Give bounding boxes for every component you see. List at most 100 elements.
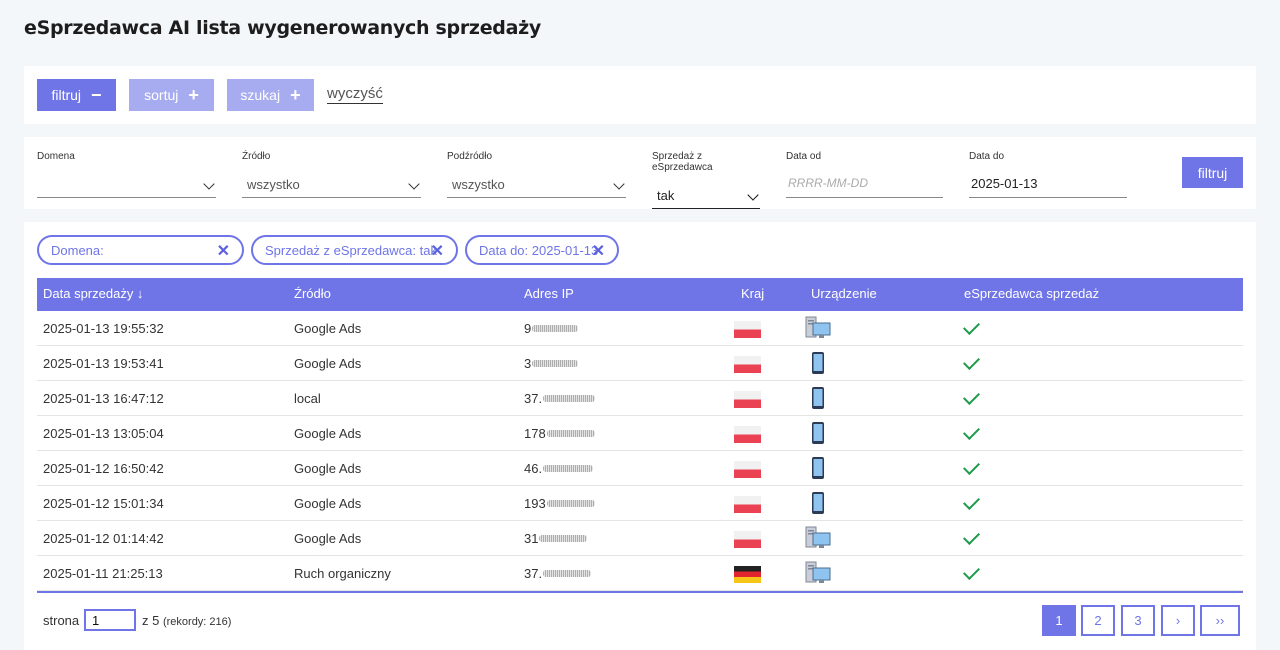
chevron-down-icon — [408, 178, 420, 190]
flag-pl-icon — [734, 356, 761, 373]
filter-submit-button[interactable]: filtruj — [1182, 157, 1243, 188]
chip-date-to: Data do: 2025-01-13 ✕ — [465, 235, 619, 265]
cell-source: Google Ads — [294, 461, 362, 476]
cell-date: 2025-01-12 16:50:42 — [43, 461, 164, 476]
plus-icon: + — [188, 85, 199, 105]
filters-panel: Domena Źródło wszystko Podźródło wszystk… — [24, 137, 1256, 209]
results-panel: Domena: ✕ Sprzedaż z eSprzedawca: tak ✕ … — [24, 222, 1256, 650]
table-row: 2025-01-12 15:01:34 Google Ads 193 — [37, 486, 1243, 521]
subsource-filter-label: Podźródło — [447, 151, 493, 162]
cell-ip: 178 — [524, 426, 595, 441]
mobile-icon — [805, 386, 831, 410]
check-icon — [963, 458, 980, 475]
minus-icon: − — [91, 85, 102, 105]
date-from-filter: Data od RRRR-MM-DD — [786, 151, 943, 198]
table-body: 2025-01-13 19:55:32 Google Ads 9 2025-01-13… — [37, 311, 1243, 591]
date-to-filter: Data do 2025-01-13 — [969, 151, 1127, 198]
cell-ip-prefix: 37. — [524, 566, 543, 581]
redacted-ip — [546, 500, 595, 507]
redacted-ip — [546, 430, 595, 437]
source-filter: Źródło wszystko — [242, 151, 421, 198]
cell-source: Google Ads — [294, 531, 362, 546]
check-icon — [963, 353, 980, 370]
col-esprzedawca-header: eSprzedawca sprzedaż — [964, 286, 1100, 301]
close-icon[interactable]: ✕ — [217, 241, 230, 261]
table-row: 2025-01-12 01:14:42 Google Ads 31 — [37, 521, 1243, 556]
cell-ip: 37. — [524, 566, 592, 581]
cell-date: 2025-01-11 21:25:13 — [43, 566, 163, 581]
domain-filter: Domena — [37, 151, 216, 198]
last-page-button[interactable]: ›› — [1200, 605, 1240, 636]
cell-ip-prefix: 31 — [524, 531, 539, 546]
esprzedawca-select-value: tak — [657, 188, 675, 203]
chip-label: Sprzedaż z eSprzedawca: tak — [265, 242, 437, 258]
cell-source: Google Ads — [294, 321, 362, 336]
mobile-icon — [805, 491, 831, 515]
date-from-input[interactable]: RRRR-MM-DD — [786, 174, 943, 198]
cell-source: Google Ads — [294, 496, 362, 511]
source-select[interactable]: wszystko — [242, 174, 421, 198]
clear-link[interactable]: wyczyść — [327, 85, 383, 104]
sales-table: Data sprzedaży ↓ Źródło Adres IP Kraj Ur… — [37, 278, 1243, 593]
flag-pl-icon — [734, 426, 761, 443]
check-icon — [963, 318, 980, 335]
close-icon[interactable]: ✕ — [431, 241, 444, 261]
page-input[interactable]: 1 — [84, 609, 136, 631]
table-bottom-border — [37, 591, 1243, 593]
esprzedawca-select[interactable]: tak — [652, 185, 760, 209]
sort-toggle-button[interactable]: sortuj + — [129, 79, 214, 111]
chip-esprzedawca: Sprzedaż z eSprzedawca: tak ✕ — [251, 235, 458, 265]
esprzedawca-filter: Sprzedaż z eSprzedawca tak — [652, 151, 760, 209]
col-ip-header: Adres IP — [524, 286, 574, 301]
cell-date: 2025-01-12 15:01:34 — [43, 496, 164, 511]
cell-date: 2025-01-13 16:47:12 — [43, 391, 164, 406]
chevron-down-icon — [203, 178, 215, 190]
page-button-2[interactable]: 2 — [1081, 605, 1115, 636]
cell-date: 2025-01-12 01:14:42 — [43, 531, 164, 546]
filter-toggle-button[interactable]: filtruj − — [37, 79, 116, 111]
search-toggle-button[interactable]: szukaj + — [227, 79, 314, 111]
desktop-icon — [805, 316, 831, 340]
check-icon — [963, 423, 980, 440]
chip-label: Domena: — [51, 242, 104, 258]
chevron-down-icon — [613, 178, 625, 190]
chip-domain: Domena: ✕ — [37, 235, 244, 265]
cell-ip-prefix: 46. — [524, 461, 543, 476]
cell-source: Google Ads — [294, 426, 362, 441]
plus-icon: + — [290, 85, 301, 105]
redacted-ip — [539, 535, 588, 542]
flag-pl-icon — [734, 531, 761, 548]
domain-select[interactable] — [37, 174, 216, 198]
table-row: 2025-01-13 16:47:12 local 37. — [37, 381, 1243, 416]
check-icon — [963, 563, 980, 580]
col-source-header: Źródło — [294, 286, 331, 301]
page-of-text: z 5 — [142, 613, 160, 628]
cell-ip-prefix: 3 — [524, 356, 532, 371]
cell-source: Ruch organiczny — [294, 566, 391, 581]
cell-ip: 31 — [524, 531, 588, 546]
page-button-1[interactable]: 1 — [1042, 605, 1076, 636]
cell-ip-prefix: 193 — [524, 496, 546, 511]
mobile-icon — [805, 421, 831, 445]
next-page-button[interactable]: › — [1161, 605, 1195, 636]
check-icon — [963, 493, 980, 510]
records-count: (rekordy: 216) — [162, 616, 232, 628]
cell-date: 2025-01-13 13:05:04 — [43, 426, 164, 441]
cell-ip: 37. — [524, 391, 596, 406]
col-date-header[interactable]: Data sprzedaży ↓ — [43, 286, 143, 301]
check-icon — [963, 388, 980, 405]
cell-ip: 46. — [524, 461, 594, 476]
page-button-3[interactable]: 3 — [1121, 605, 1155, 636]
subsource-select[interactable]: wszystko — [447, 174, 626, 198]
flag-de-icon — [734, 566, 761, 583]
toolbar: filtruj − sortuj + szukaj + wyczyść — [24, 66, 1256, 124]
flag-pl-icon — [734, 496, 761, 513]
date-to-input[interactable]: 2025-01-13 — [969, 174, 1127, 198]
cell-source: Google Ads — [294, 356, 362, 371]
subsource-filter: Podźródło wszystko — [447, 151, 626, 198]
mobile-icon — [805, 456, 831, 480]
close-icon[interactable]: ✕ — [592, 241, 605, 261]
date-from-label: Data od — [786, 151, 822, 162]
chevron-down-icon — [747, 189, 759, 201]
table-row: 2025-01-13 19:55:32 Google Ads 9 — [37, 311, 1243, 346]
